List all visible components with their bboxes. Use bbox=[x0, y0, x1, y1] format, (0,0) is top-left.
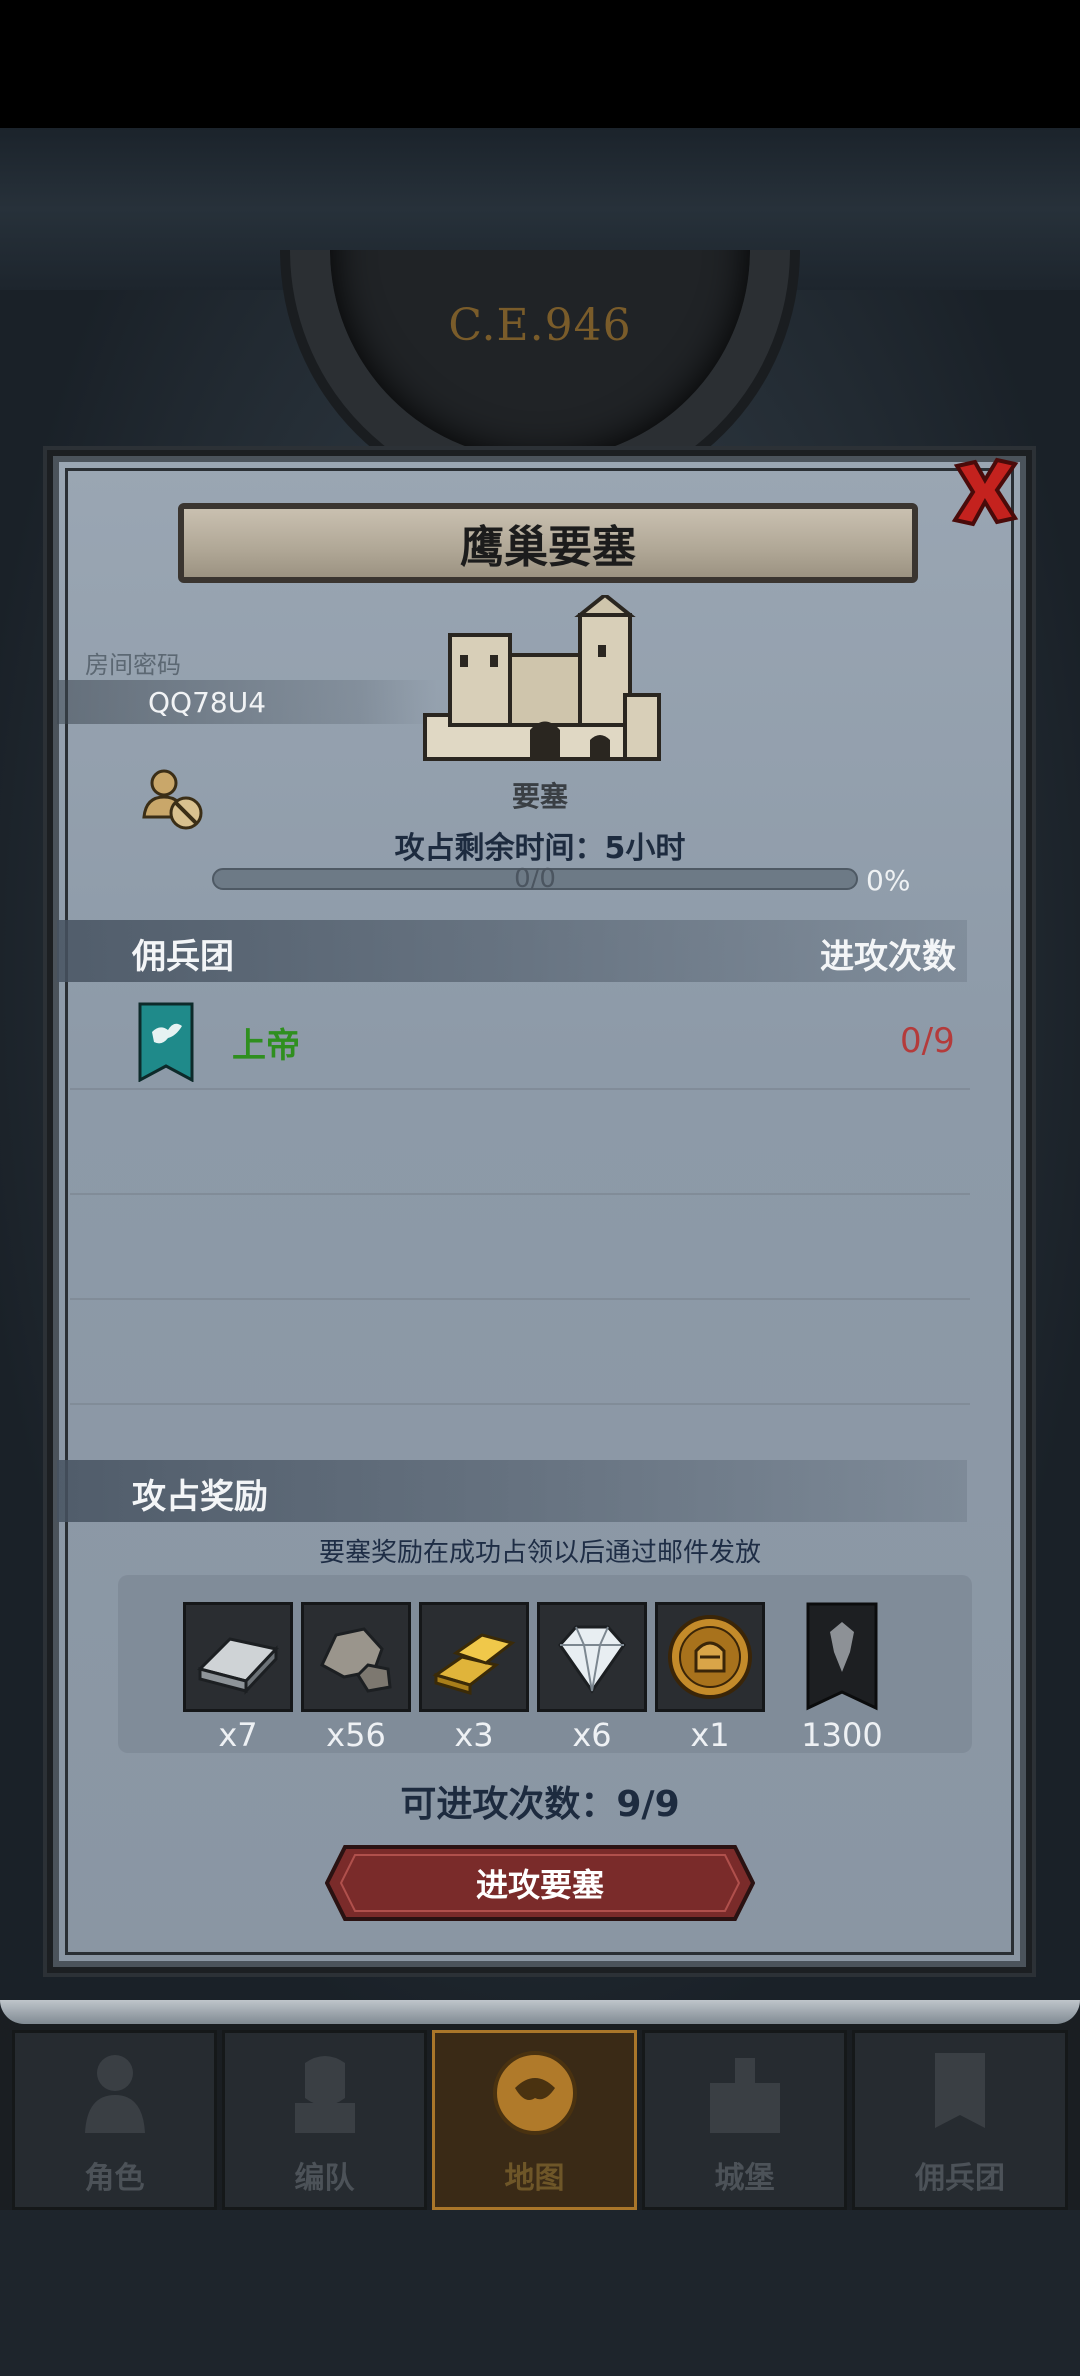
row-divider bbox=[70, 1193, 970, 1195]
nav-tab-mercenary[interactable]: 佣兵团 bbox=[852, 2030, 1068, 2210]
guild-banner-icon bbox=[806, 1602, 878, 1711]
modal-title: 鹰巢要塞 bbox=[178, 503, 918, 583]
row-divider bbox=[70, 1403, 970, 1405]
attack-fortress-button[interactable]: 进攻要塞 bbox=[325, 1843, 755, 1923]
reward-qty: x6 bbox=[572, 1716, 612, 1754]
map-icon bbox=[492, 2051, 577, 2135]
progress-percent: 0% bbox=[866, 864, 911, 897]
era-text: C.E.946 bbox=[448, 300, 632, 351]
mercenary-icon bbox=[935, 2053, 985, 2128]
reward-item[interactable]: 1300 bbox=[801, 1602, 883, 1754]
reward-slot bbox=[301, 1602, 411, 1712]
row-divider bbox=[70, 1298, 970, 1300]
knight-coin-icon bbox=[668, 1615, 752, 1699]
reward-item[interactable]: x6 bbox=[537, 1602, 647, 1754]
nav-tab-castle[interactable]: 城堡 bbox=[642, 2030, 847, 2210]
mercenary-section-title: 佣兵团 bbox=[132, 937, 234, 977]
reward-slot bbox=[419, 1602, 529, 1712]
reward-qty: x1 bbox=[690, 1716, 730, 1754]
character-icon bbox=[84, 2055, 145, 2133]
nav-label: 佣兵团 bbox=[915, 2161, 1005, 2196]
progress-text: 0/0 bbox=[514, 864, 556, 894]
diamond-icon bbox=[558, 1625, 626, 1694]
row-divider bbox=[70, 1088, 970, 1090]
attack-button-label: 进攻要塞 bbox=[475, 1866, 604, 1904]
attack-count-header: 进攻次数 bbox=[820, 937, 956, 977]
stone-icon bbox=[320, 1627, 392, 1693]
reward-note: 要塞奖励在成功占领以后通过邮件发放 bbox=[318, 1538, 761, 1568]
reward-qty: 1300 bbox=[801, 1716, 883, 1754]
reward-item[interactable]: x7 bbox=[183, 1602, 293, 1754]
nav-label: 角色 bbox=[84, 2161, 145, 2196]
capture-time-remaining: 攻占剩余时间：5小时 bbox=[394, 831, 686, 866]
nav-label: 城堡 bbox=[714, 2161, 775, 2196]
formation-icon bbox=[294, 2056, 355, 2133]
guild-badge-icon bbox=[138, 1002, 194, 1083]
nav-tab-character[interactable]: 角色 bbox=[12, 2030, 217, 2210]
close-button[interactable] bbox=[945, 452, 1025, 532]
room-code: QQ78U4 bbox=[148, 686, 267, 719]
era-dial: C.E.946 bbox=[120, 250, 960, 450]
guild-row[interactable] bbox=[70, 985, 970, 1085]
gold-bars-icon bbox=[432, 1633, 516, 1696]
close-icon bbox=[951, 457, 1019, 527]
guild-name: 上帝 bbox=[232, 1026, 300, 1066]
castle-icon bbox=[709, 2058, 780, 2133]
reward-slot bbox=[655, 1602, 765, 1712]
fortress-image bbox=[420, 592, 664, 765]
reward-item[interactable]: x3 bbox=[419, 1602, 529, 1754]
reward-qty: x56 bbox=[326, 1716, 386, 1754]
nav-label: 地图 bbox=[504, 2161, 565, 2196]
reward-qty: x7 bbox=[218, 1716, 258, 1754]
iron-ingot-icon bbox=[197, 1637, 279, 1695]
rewards-section-title: 攻占奖励 bbox=[132, 1477, 268, 1517]
reward-qty: x3 bbox=[454, 1716, 494, 1754]
nav-snow-decoration bbox=[0, 2000, 1080, 2024]
room-label: 房间密码 bbox=[85, 651, 181, 679]
reward-item[interactable]: x56 bbox=[301, 1602, 411, 1754]
fortress-type: 要塞 bbox=[511, 780, 568, 813]
remaining-attempts: 可进攻次数：9/9 bbox=[400, 1784, 680, 1825]
nav-label: 编队 bbox=[294, 2161, 355, 2196]
reward-slot bbox=[183, 1602, 293, 1712]
nav-tab-formation[interactable]: 编队 bbox=[222, 2030, 427, 2210]
bottom-area bbox=[0, 2210, 1080, 2376]
guild-attack-count: 0/9 bbox=[900, 1021, 955, 1061]
nav-tab-map[interactable]: 地图 bbox=[432, 2030, 637, 2210]
reward-item[interactable]: x1 bbox=[655, 1602, 765, 1754]
reward-slot bbox=[537, 1602, 647, 1712]
status-bar-area bbox=[0, 0, 1080, 128]
